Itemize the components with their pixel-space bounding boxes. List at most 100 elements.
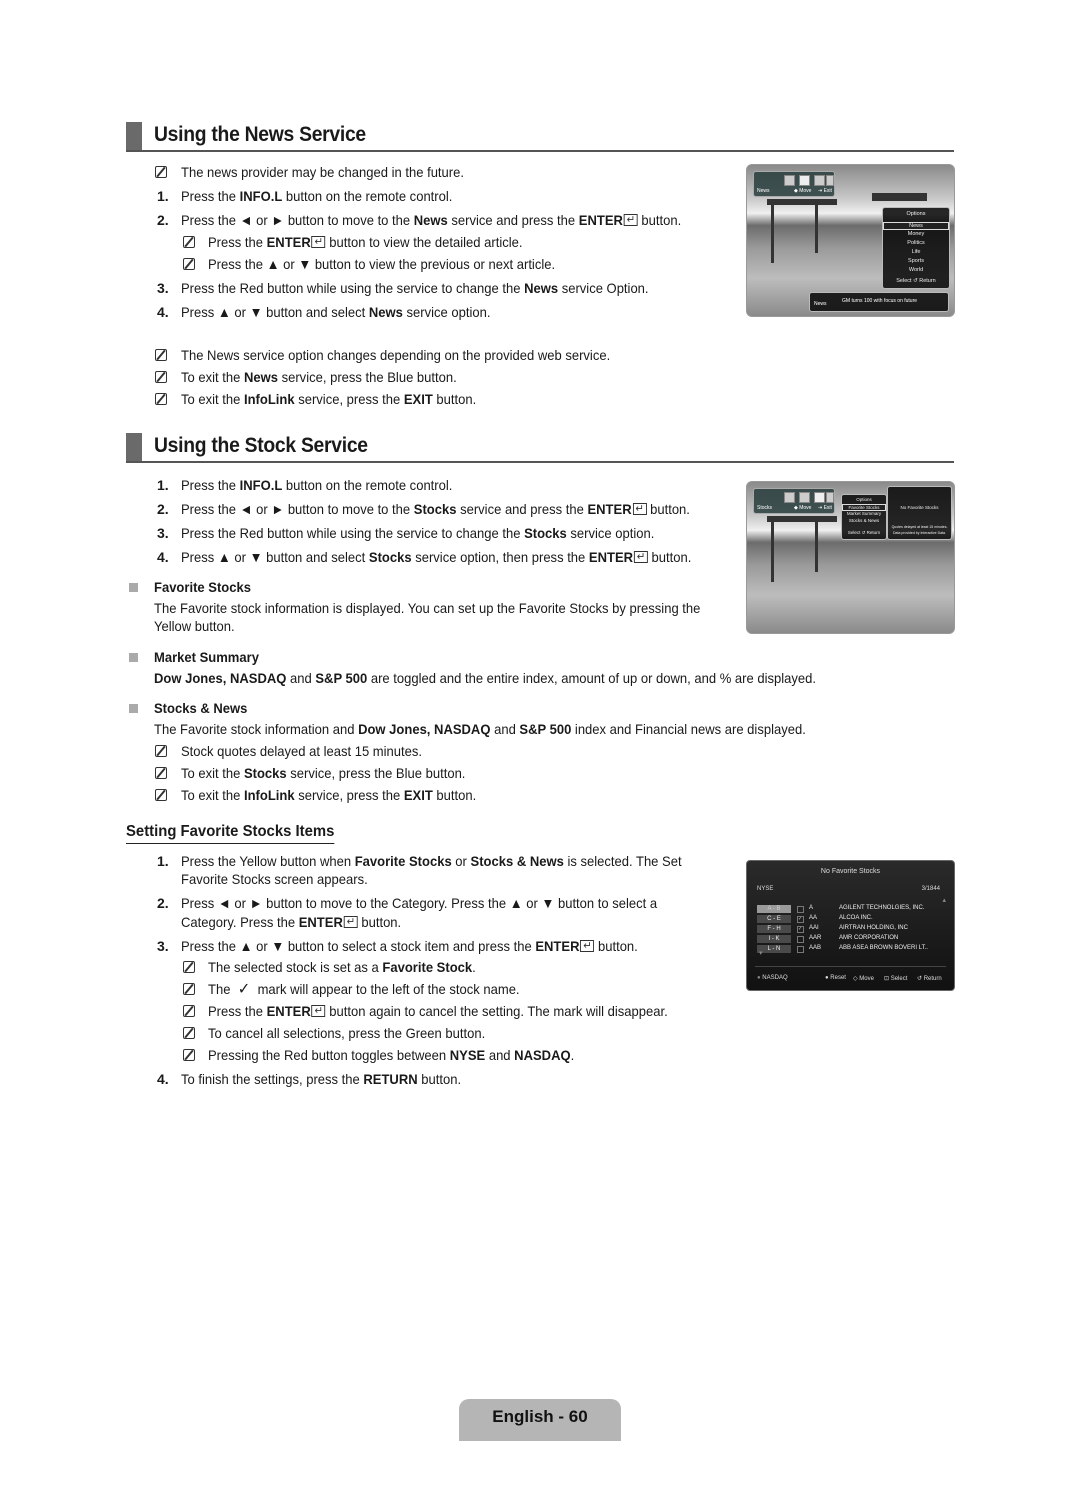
favorite-checkbox[interactable]: ✓	[797, 926, 804, 933]
category-tab[interactable]: I - K	[757, 935, 791, 943]
text-run: The Favorite stock information and	[154, 721, 359, 737]
option-sports[interactable]: Sports	[883, 258, 949, 264]
bold-term: S&P 500	[519, 721, 572, 737]
text-run: button.	[432, 787, 477, 803]
options-title: Options	[856, 497, 872, 502]
note-text: Press the ENTER button again to cancel t…	[208, 1002, 668, 1020]
enter-icon: ⊡	[884, 976, 890, 982]
reset-hint[interactable]: ● Reset	[825, 975, 846, 981]
stock-name[interactable]: AGILENT TECHNOLGIES, INC.	[839, 905, 924, 911]
step-text: Press the INFO.L button on the remote co…	[181, 476, 452, 494]
note-text: Press the ▲ or ▼ button to view the prev…	[208, 255, 555, 273]
note-text: The selected stock is set as a Favorite …	[208, 958, 476, 976]
service-label: News	[757, 188, 770, 194]
stock-name[interactable]: AIRTRAN HOLDING, INC	[839, 925, 908, 931]
text-run: or	[451, 853, 471, 869]
text-run: The selected stock is set as a	[208, 959, 383, 975]
bold-term: Stocks	[413, 501, 457, 517]
options-footer: Select ↺ Return	[847, 530, 881, 535]
stock-name[interactable]: ALCOA INC.	[839, 915, 873, 921]
option-politics[interactable]: Politics	[883, 240, 949, 246]
text-run: button.	[647, 549, 692, 565]
category-tab[interactable]: F - H	[757, 925, 791, 933]
text-run: Press ▲ or ▼ button and select	[181, 549, 369, 565]
return-icon: ↺	[917, 976, 923, 982]
note-text: Press the ENTER button to view the detai…	[208, 233, 522, 251]
bold-term: EXIT	[403, 787, 433, 803]
stocks-icon	[814, 175, 825, 186]
text-run: button on the remote control.	[282, 477, 453, 493]
text-run: Press the Yellow button when	[181, 853, 355, 869]
note-icon	[155, 371, 167, 383]
favorite-checkbox[interactable]	[797, 906, 804, 913]
nasdaq-toggle[interactable]: ● NASDAQ	[757, 975, 788, 981]
return-hint[interactable]: ↺ Return	[917, 975, 942, 982]
news-icon	[799, 175, 810, 186]
step-text: Press ▲ or ▼ button and select Stocks se…	[181, 548, 691, 566]
option-stocks-news[interactable]: Stocks & News	[842, 518, 886, 523]
option-favorite-stocks[interactable]: Favorite Stocks	[842, 504, 886, 511]
step-text-cont: Category. Press the ENTER button.	[181, 913, 401, 931]
step-number: 1.	[157, 853, 169, 869]
note-icon	[183, 258, 195, 270]
red-button-icon: ●	[757, 975, 761, 981]
text-run: Press the ◄ or ► button to move to the	[181, 212, 414, 228]
enter-icon	[580, 937, 595, 955]
text-run: Press the	[208, 1003, 267, 1019]
option-life[interactable]: Life	[883, 249, 949, 255]
favorite-stocks-desc: The Favorite stock information is displa…	[154, 600, 701, 616]
step-number: 4.	[157, 304, 169, 320]
note-text: Stock quotes delayed at least 15 minutes…	[181, 742, 422, 760]
section-bar	[126, 122, 142, 150]
category-tab[interactable]: C - E	[757, 915, 791, 923]
text-run: service Option.	[558, 280, 649, 296]
text-run: button.	[357, 914, 402, 930]
options-panel: Options News Money Politics Life Sports World…	[882, 207, 950, 289]
option-market-summary[interactable]: Market Summary	[842, 511, 886, 516]
step-text: Press the Red button while using the ser…	[181, 279, 649, 297]
text-run: .	[472, 959, 476, 975]
step-text-cont: Favorite Stocks screen appears.	[181, 871, 368, 887]
category-tab[interactable]: A - B	[757, 905, 791, 913]
subsection-heading: Favorite Stocks	[154, 579, 251, 595]
note-text: To exit the InfoLink service, press the …	[181, 390, 476, 408]
move-hint: ◆ Move	[794, 505, 812, 511]
step-number: 3.	[157, 938, 169, 954]
favorite-checkbox[interactable]	[797, 946, 804, 953]
text-run: To exit the	[181, 765, 244, 781]
text-run: button.	[417, 1071, 462, 1087]
settings-icon	[826, 175, 834, 186]
text-run: To exit the	[181, 787, 244, 803]
favorite-checkbox[interactable]	[797, 936, 804, 943]
text-run: The	[208, 981, 235, 997]
option-world[interactable]: World	[883, 267, 949, 273]
option-news[interactable]: News	[883, 222, 949, 230]
stock-name[interactable]: AMR CORPORATION	[839, 935, 898, 941]
section-bar	[126, 433, 142, 461]
favorite-checkbox[interactable]: ✓	[797, 916, 804, 923]
text-run: To cancel all selections, press the Gree…	[208, 1025, 486, 1041]
step-number: 3.	[157, 280, 169, 296]
bold-term: INFO.L	[239, 477, 283, 493]
option-money[interactable]: Money	[883, 231, 949, 237]
bold-term: Stocks	[524, 525, 567, 541]
favorite-stocks-desc-cont: Yellow button.	[154, 618, 235, 634]
note-icon	[183, 983, 195, 995]
stock-count: 3/1844	[921, 886, 940, 892]
stock-name[interactable]: ABB ASEA BROWN BOVERI LT..	[839, 945, 928, 951]
text-run: Press the ▲ or ▼ button to view the prev…	[208, 256, 556, 272]
text-run: service option.	[402, 304, 491, 320]
scroll-down-icon[interactable]: ▾	[759, 949, 763, 957]
bold-term: ENTER	[588, 549, 634, 565]
enter-icon	[633, 548, 648, 566]
stock-symbol: A	[809, 905, 814, 911]
bold-term: Stocks & News	[470, 853, 564, 869]
text-run: and	[286, 670, 316, 686]
bold-term: News	[524, 280, 559, 296]
text-run: Press the ▲ or ▼ button to select a stoc…	[181, 938, 536, 954]
market-summary-desc: Dow Jones, NASDAQ and S&P 500 are toggle…	[154, 669, 816, 687]
scroll-up-icon[interactable]: ▴	[942, 896, 946, 904]
note-icon	[183, 1027, 195, 1039]
bold-term: ENTER	[298, 914, 343, 930]
infolink-toolbar: News ◆ Move ⇥ Exit	[753, 171, 835, 197]
